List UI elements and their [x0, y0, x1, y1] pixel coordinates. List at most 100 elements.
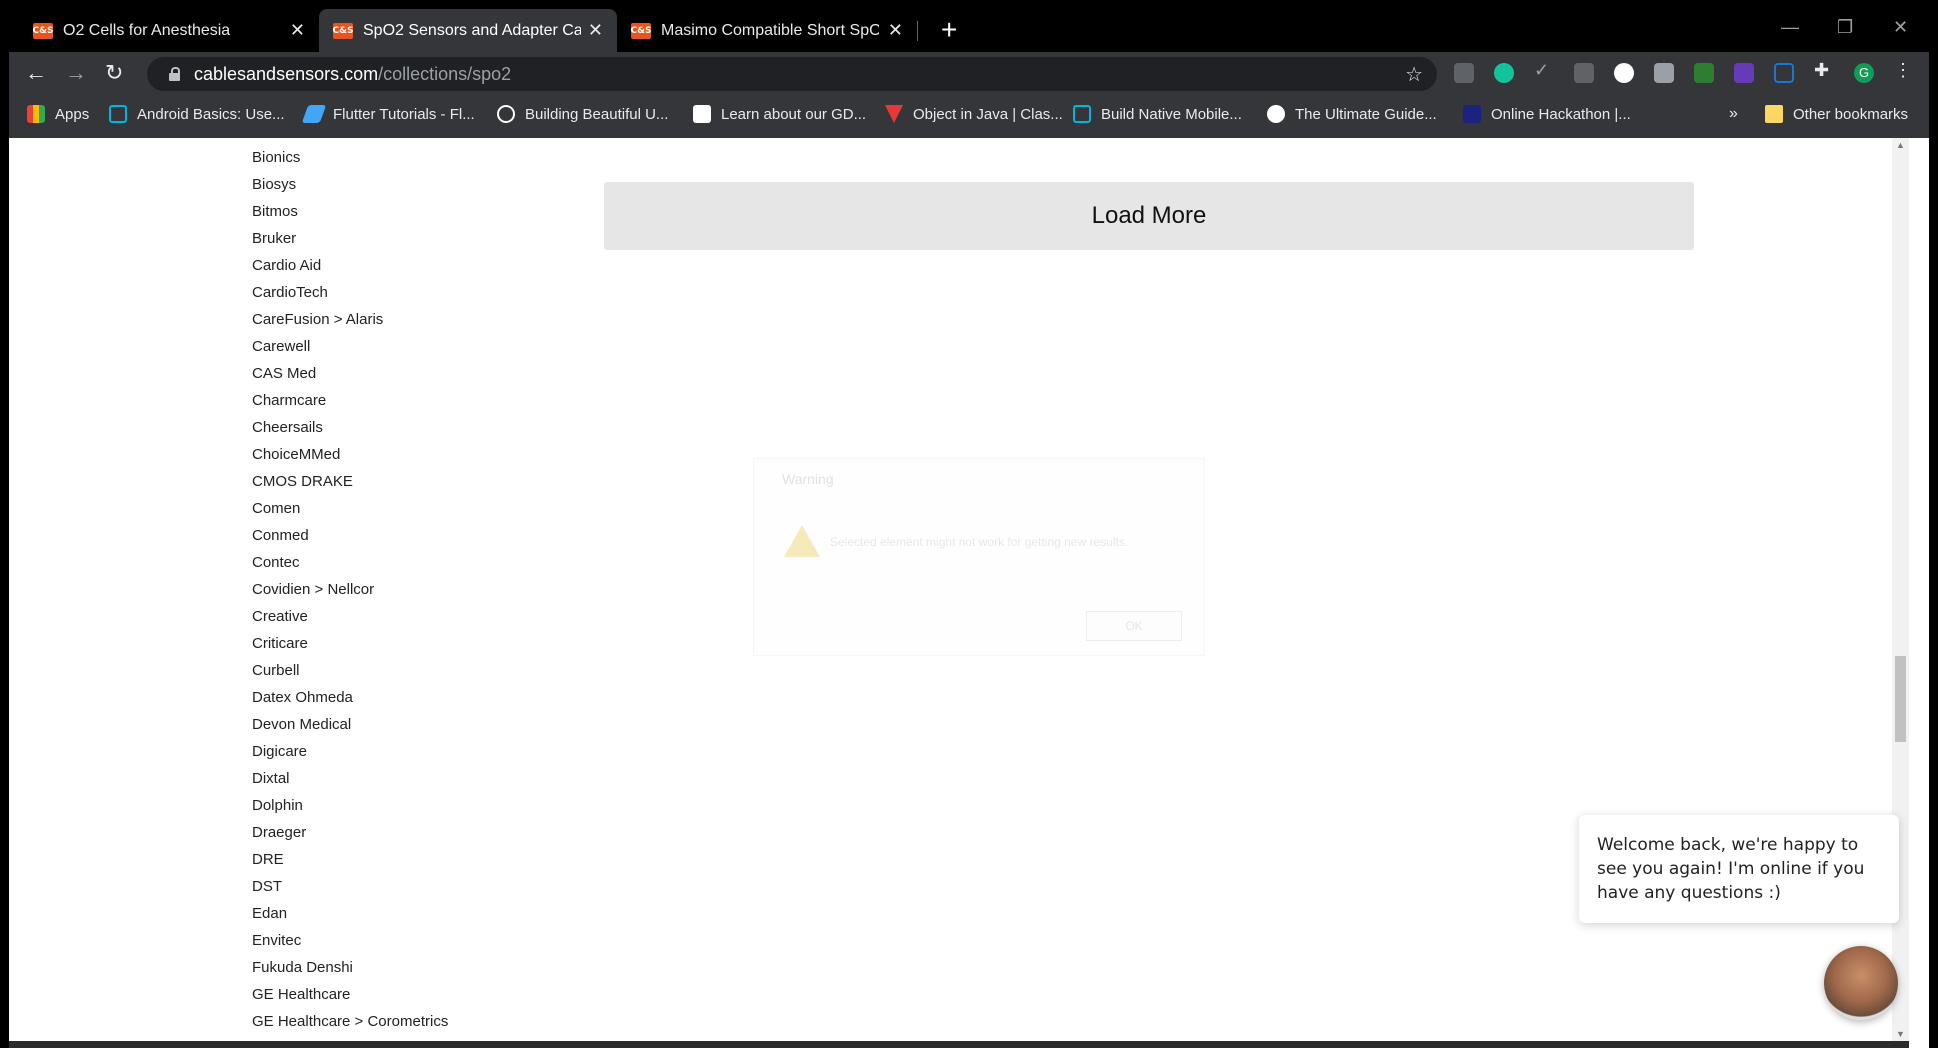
brand-link[interactable]: Conmed	[252, 522, 448, 549]
brand-link[interactable]: Comen	[252, 495, 448, 522]
bookmark-apps[interactable]: Apps	[27, 105, 89, 123]
browser-toolbar: ← → ↻ cablesandsensors.com/collections/s…	[9, 52, 1929, 95]
warning-title: Warning	[782, 471, 834, 487]
brand-link[interactable]: Dixtal	[252, 765, 448, 792]
brand-link[interactable]: Cheersails	[252, 414, 448, 441]
taskbar-strip	[9, 1041, 1909, 1048]
brand-link[interactable]: Envitec	[252, 927, 448, 954]
reload-icon[interactable]: ↻	[105, 60, 123, 86]
brand-link[interactable]: Datex Ohmeda	[252, 684, 448, 711]
brand-link[interactable]: Bruker	[252, 225, 448, 252]
brand-link[interactable]: ChoiceMMed	[252, 441, 448, 468]
brand-link[interactable]: Cardio Aid	[252, 252, 448, 279]
brand-link[interactable]: Digicare	[252, 738, 448, 765]
close-tab-icon[interactable]: ✕	[290, 19, 305, 41]
badge-19-extension-icon[interactable]	[1734, 63, 1754, 83]
bookmark-label: Learn about our GD...	[721, 105, 867, 123]
bookmark-label: Build Native Mobile...	[1101, 105, 1242, 123]
profile-avatar[interactable]: G	[1854, 63, 1874, 83]
bookmark-gdg[interactable]: Learn about our GD...	[693, 105, 866, 123]
brand-link[interactable]: Creative	[252, 603, 448, 630]
ui-extension-icon[interactable]	[1774, 63, 1794, 83]
pen-extension-icon[interactable]	[1574, 63, 1594, 83]
tab-title: Masimo Compatible Short SpO2	[661, 21, 879, 39]
extension-edge-icon[interactable]	[1454, 63, 1474, 83]
close-window-icon[interactable]: ✕	[1893, 17, 1908, 38]
warning-ok-button[interactable]: OK	[1086, 611, 1182, 641]
close-tab-icon[interactable]: ✕	[888, 19, 903, 41]
bookmark-online-hackathon[interactable]: Online Hackathon |...	[1463, 105, 1631, 123]
brand-link[interactable]: Carewell	[252, 333, 448, 360]
bookmark-build-native-mobile[interactable]: Build Native Mobile...	[1073, 105, 1242, 123]
brand-link[interactable]: Biosys	[252, 171, 448, 198]
browser-window: C&S O2 Cells for Anesthesia ✕ C&S SpO2 S…	[0, 0, 1938, 1048]
bookmark-label: Apps	[55, 105, 90, 123]
bookmark-label: Building Beautiful U...	[525, 105, 669, 123]
puzzle-extensions-icon[interactable]: ✚	[1814, 60, 1834, 80]
new-tab-button[interactable]: +	[941, 15, 957, 45]
chat-greeting-bubble[interactable]: Welcome back, we're happy to see you aga…	[1579, 815, 1899, 923]
hackathon-icon	[1463, 105, 1481, 123]
gdg-icon	[693, 105, 711, 123]
brand-link[interactable]: DST	[252, 873, 448, 900]
forward-icon[interactable]: →	[65, 60, 87, 86]
brand-link[interactable]: Contec	[252, 549, 448, 576]
brand-link[interactable]: Bionics	[252, 144, 448, 171]
bookmark-object-in-java[interactable]: Object in Java | Clas...	[885, 105, 1063, 123]
tab-o2-cells[interactable]: C&S O2 Cells for Anesthesia ✕	[19, 9, 319, 52]
tab-strip: C&S O2 Cells for Anesthesia ✕ C&S SpO2 S…	[9, 9, 1929, 52]
k-extension-icon[interactable]	[1654, 63, 1674, 83]
back-icon[interactable]: ←	[25, 60, 47, 86]
brand-link[interactable]: GE Healthcare	[252, 981, 448, 1008]
bookmark-other[interactable]: Other bookmarks	[1765, 105, 1908, 123]
close-tab-icon[interactable]: ✕	[588, 19, 603, 41]
chat-message: Welcome back, we're happy to see you aga…	[1597, 835, 1865, 903]
brand-link[interactable]: CAS Med	[252, 360, 448, 387]
folder-icon	[1765, 105, 1783, 123]
tab-masimo-compatible[interactable]: C&S Masimo Compatible Short SpO2 ✕	[617, 9, 917, 52]
load-more-button[interactable]: Load More	[604, 182, 1694, 250]
scrollbar-thumb[interactable]	[1895, 656, 1906, 742]
address-bar[interactable]: cablesandsensors.com/collections/spo2 ☆	[147, 57, 1437, 91]
bookmark-label: Object in Java | Clas...	[913, 105, 1063, 123]
brand-link[interactable]: Dolphin	[252, 792, 448, 819]
restore-icon[interactable]: ❐	[1837, 17, 1853, 38]
brand-link[interactable]: Criticare	[252, 630, 448, 657]
bookmark-label: Online Hackathon |...	[1491, 105, 1631, 123]
bookmark-ultimate-guide[interactable]: The Ultimate Guide...	[1267, 105, 1437, 123]
bookmark-label: The Ultimate Guide...	[1295, 105, 1437, 123]
green-extension-icon[interactable]	[1694, 63, 1714, 83]
brand-link[interactable]: Devon Medical	[252, 711, 448, 738]
brand-link[interactable]: Draeger	[252, 819, 448, 846]
brand-link[interactable]: CareFusion > Alaris	[252, 306, 448, 333]
brand-link[interactable]: GE Healthcare > Corometrics	[252, 1008, 448, 1035]
brand-link[interactable]: DRE	[252, 846, 448, 873]
bookmark-android-basics[interactable]: Android Basics: Use...	[109, 105, 285, 123]
menu-kebab-icon[interactable]: ⋮	[1894, 60, 1914, 80]
checkmark-extension-icon[interactable]: ✓	[1534, 60, 1554, 80]
brand-link[interactable]: Fukuda Denshi	[252, 954, 448, 981]
brand-link[interactable]: Covidien > Nellcor	[252, 576, 448, 603]
tab-spo2-sensors[interactable]: C&S SpO2 Sensors and Adapter Cable ✕	[319, 9, 617, 52]
bookmark-star-icon[interactable]: ☆	[1405, 62, 1423, 87]
scroll-down-icon[interactable]: ▼	[1896, 1029, 1905, 1039]
brand-link[interactable]: CMOS DRAKE	[252, 468, 448, 495]
brand-link[interactable]: Edan	[252, 900, 448, 927]
bookmark-flutter-tutorials[interactable]: Flutter Tutorials - Fl...	[301, 105, 475, 123]
bookmark-building-beautiful[interactable]: Building Beautiful U...	[497, 105, 668, 123]
minimize-icon[interactable]: —	[1781, 17, 1799, 38]
udacity-icon	[1073, 105, 1091, 123]
bookmarks-overflow-button[interactable]: »	[1729, 105, 1738, 123]
brand-link[interactable]: CardioTech	[252, 279, 448, 306]
brand-link[interactable]: Charmcare	[252, 387, 448, 414]
scroll-up-icon[interactable]: ▲	[1896, 140, 1905, 150]
grammarly-icon[interactable]	[1494, 63, 1514, 83]
brand-link[interactable]: Curbell	[252, 657, 448, 684]
url-text[interactable]: cablesandsensors.com/collections/spo2	[194, 64, 511, 85]
brand-link[interactable]: Bitmos	[252, 198, 448, 225]
chat-agent-avatar[interactable]	[1824, 946, 1898, 1020]
warning-dialog: Warning Selected element might not work …	[753, 458, 1205, 656]
apps-grid-icon	[27, 105, 45, 123]
circle-extension-icon[interactable]	[1614, 63, 1634, 83]
lock-icon[interactable]	[169, 67, 180, 81]
